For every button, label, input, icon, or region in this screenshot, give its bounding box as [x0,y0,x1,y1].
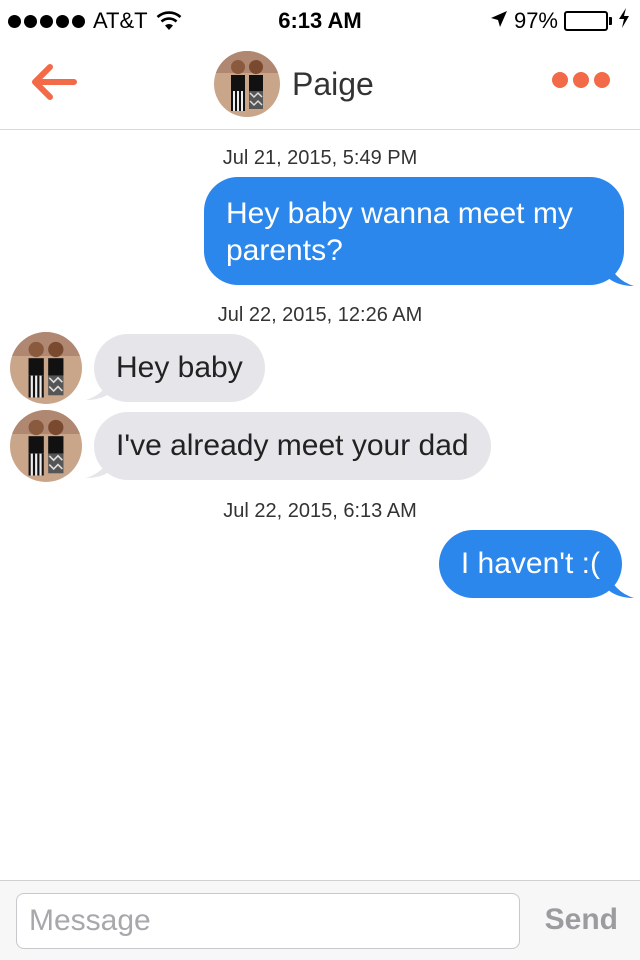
back-arrow-icon [32,64,77,100]
chat-header: Paige [0,40,640,130]
message-bubble-outgoing[interactable]: I haven't :( [438,530,622,598]
message-text: Hey baby [116,351,243,384]
charging-bolt-icon [618,8,630,34]
message-text: I haven't :( [460,547,600,580]
message-line: Hey baby wanna meet my [226,197,573,230]
timestamp: Jul 22, 2015, 6:13 AM [223,500,417,522]
more-dot [594,72,610,88]
status-right: 97% [490,8,630,34]
back-button[interactable] [28,62,80,102]
avatar[interactable] [10,332,82,404]
status-bar: AT&T 6:13 AM 97% [0,0,640,40]
more-dot [573,72,589,88]
avatar[interactable] [10,410,82,482]
message-bubble-incoming[interactable]: I've already meet your dad [94,412,491,480]
message-bubble-outgoing[interactable]: Hey baby wanna meet my parents? [204,177,624,285]
contact-name: Paige [292,65,374,102]
bubble-tail [606,570,634,598]
message-line: parents? [226,234,343,267]
avatar[interactable] [214,51,280,117]
battery-icon [564,11,612,31]
contact-profile[interactable]: Paige [214,51,374,117]
message-input[interactable] [16,893,520,949]
bubble-tail [606,258,634,286]
message-composer: Send [0,880,640,960]
message-bubble-incoming[interactable]: Hey baby [94,334,265,402]
battery-percent: 97% [513,8,558,33]
message-text: I've already meet your dad [116,429,469,462]
more-dots-icon [552,72,568,88]
timestamp: Jul 22, 2015, 12:26 AM [217,304,423,326]
more-options-button[interactable] [552,72,610,88]
location-arrow-icon [490,8,508,34]
send-button[interactable]: Send [545,903,618,937]
timestamp: Jul 21, 2015, 5:49 PM [222,147,418,169]
